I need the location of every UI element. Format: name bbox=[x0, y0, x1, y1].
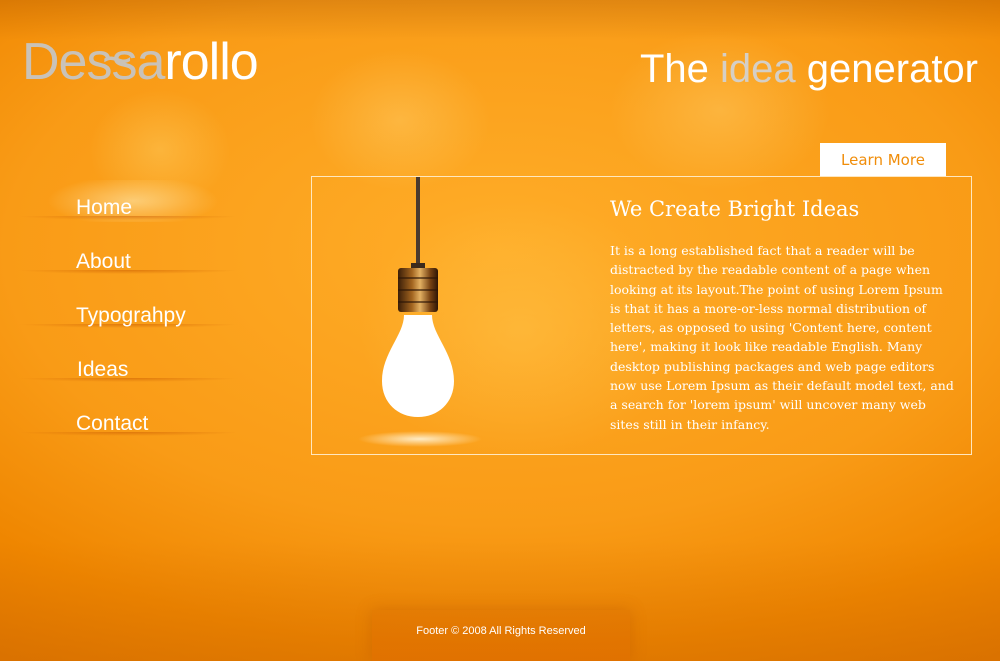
nav-item-label: About bbox=[76, 250, 131, 273]
learn-more-button[interactable]: Learn More bbox=[820, 143, 946, 176]
footer: Footer © 2008 All Rights Reserved bbox=[372, 610, 630, 661]
nav-item-contact[interactable]: Contact bbox=[18, 396, 248, 450]
logo-part-4: rollo bbox=[164, 33, 258, 91]
nav-item-label: Typograhpy bbox=[76, 304, 186, 327]
tagline-accent: idea bbox=[720, 47, 796, 91]
nav-item-typography[interactable]: Typograhpy bbox=[18, 288, 248, 342]
site-logo[interactable]: Dessarollo ~ bbox=[22, 30, 259, 94]
tagline: The idea generator bbox=[640, 46, 978, 92]
logo-part-1: De bbox=[22, 33, 87, 91]
nav-item-label: Home bbox=[76, 196, 133, 219]
logo-tilde: ~ bbox=[102, 31, 132, 89]
logo-part-3: a bbox=[136, 33, 165, 91]
panel-body-text: It is a long established fact that a rea… bbox=[610, 243, 954, 432]
nav-item-ideas[interactable]: Ideas bbox=[18, 342, 248, 396]
nav-item-home[interactable]: Home bbox=[18, 180, 248, 234]
nav-item-label: Contact bbox=[76, 412, 149, 435]
nav-item-label: Ideas bbox=[77, 358, 129, 381]
feature-panel: We Create Bright Ideas It is a long esta… bbox=[311, 176, 972, 455]
main-nav: Home About Typograhpy Ideas Contact bbox=[18, 180, 248, 450]
tagline-after: generator bbox=[795, 47, 978, 91]
panel-title: We Create Bright Ideas bbox=[610, 197, 860, 221]
footer-text: Footer © 2008 All Rights Reserved bbox=[416, 625, 586, 637]
nav-item-about[interactable]: About bbox=[18, 234, 248, 288]
tagline-before: The bbox=[639, 47, 721, 91]
light-bulb-icon bbox=[358, 177, 482, 447]
